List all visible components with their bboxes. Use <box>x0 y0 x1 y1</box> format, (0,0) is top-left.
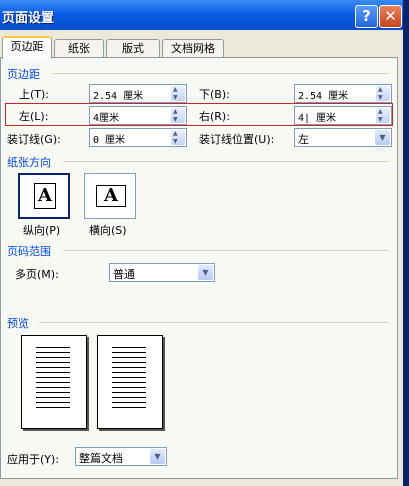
divider <box>53 73 389 74</box>
spinner-buttons[interactable]: ▲ ▼ <box>171 130 185 145</box>
window-title: 页面设置 <box>2 11 55 26</box>
preview-page-right <box>97 335 163 429</box>
spinner-buttons[interactable]: ▲ ▼ <box>376 86 390 101</box>
title-bar[interactable]: 页面设置 ? ✕ <box>0 0 403 30</box>
spinner-buttons[interactable]: ▲ ▼ <box>171 86 185 101</box>
spinner-buttons[interactable]: ▲ ▼ <box>376 108 390 123</box>
left-margin-spinner[interactable]: 4厘米 ▲ ▼ <box>89 106 187 125</box>
margins-section-title: 页边距 <box>7 68 40 81</box>
top-margin-spinner[interactable]: 2.54 厘米 ▲ ▼ <box>89 84 187 103</box>
portrait-page-icon: A <box>34 183 56 209</box>
tab-layout[interactable]: 版式 <box>106 39 160 58</box>
tab-doc-grid[interactable]: 文档网格 <box>162 39 224 58</box>
portrait-option[interactable]: A <box>18 173 70 219</box>
chevron-down-icon[interactable]: ▼ <box>375 130 390 145</box>
right-margin-spinner[interactable]: 4| 厘米 ▲ ▼ <box>294 106 392 125</box>
landscape-page-icon: A <box>96 185 126 207</box>
tab-margins[interactable]: 页边距 <box>2 36 52 59</box>
divider <box>63 161 389 162</box>
multiple-pages-select[interactable]: 普通 ▼ <box>109 263 215 282</box>
gutter-spinner[interactable]: 0 厘米 ▲ ▼ <box>89 128 187 147</box>
top-margin-label: 上(T): <box>19 88 50 101</box>
gutter-value: 0 厘米 <box>93 135 126 146</box>
apply-to-label: 应用于(Y): <box>7 453 60 466</box>
page-setup-dialog: 页面设置 ? ✕ 页边距 纸张 版式 文档网格 页边距 上(T): 2.54 厘… <box>0 0 403 486</box>
help-button[interactable]: ? <box>355 5 378 28</box>
preview-section-title: 预览 <box>7 317 29 330</box>
landscape-option[interactable]: A <box>84 173 136 219</box>
close-button[interactable]: ✕ <box>379 5 402 28</box>
right-margin-label: 右(R): <box>199 110 230 123</box>
bottom-margin-label: 下(B): <box>199 88 230 101</box>
divider <box>39 322 389 323</box>
gutter-label: 装订线(G): <box>7 133 61 146</box>
landscape-label[interactable]: 横向(S) <box>89 222 127 238</box>
tab-paper[interactable]: 纸张 <box>54 39 104 58</box>
portrait-label[interactable]: 纵向(P) <box>23 222 60 238</box>
right-margin-value: 4| 厘米 <box>298 113 337 124</box>
chevron-down-icon[interactable]: ▼ <box>150 449 165 464</box>
spinner-buttons[interactable]: ▲ ▼ <box>171 108 185 123</box>
orientation-section-title: 纸张方向 <box>7 156 51 169</box>
margins-panel: 页边距 上(T): 2.54 厘米 ▲ ▼ 下(B): 2.54 厘米 ▲ ▼ 左(… <box>0 57 398 479</box>
top-margin-value: 2.54 厘米 <box>93 91 144 102</box>
apply-to-value: 整篇文档 <box>79 452 123 465</box>
bottom-margin-value: 2.54 厘米 <box>298 91 349 102</box>
divider <box>63 250 389 251</box>
gutter-position-select[interactable]: 左 ▼ <box>294 128 392 147</box>
pages-section-title: 页码范围 <box>7 245 51 258</box>
bottom-margin-spinner[interactable]: 2.54 厘米 ▲ ▼ <box>294 84 392 103</box>
left-margin-value: 4厘米 <box>93 113 120 124</box>
multiple-pages-value: 普通 <box>113 268 135 281</box>
tab-strip: 页边距 纸张 版式 文档网格 <box>0 36 403 59</box>
window-edge <box>403 0 409 486</box>
gutter-position-label: 装订线位置(U): <box>199 133 275 146</box>
preview-page-left <box>21 335 87 429</box>
left-margin-label: 左(L): <box>19 110 49 123</box>
chevron-down-icon[interactable]: ▼ <box>198 265 213 280</box>
apply-to-select[interactable]: 整篇文档 ▼ <box>75 447 167 466</box>
gutter-position-value: 左 <box>298 133 309 146</box>
multiple-pages-label: 多页(M): <box>15 268 59 281</box>
